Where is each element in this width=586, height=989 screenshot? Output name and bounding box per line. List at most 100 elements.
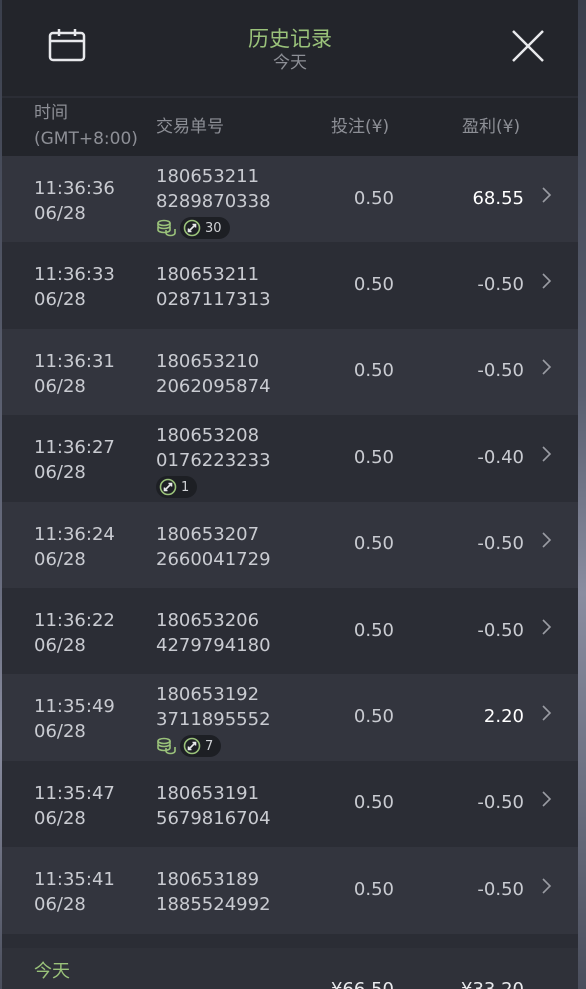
row-feature-badges: 1 [156,476,198,499]
row-profit: 68.55 [472,187,524,209]
history-row[interactable]: 11:36:33 06/28 180653211 0287117313 0.50 -0.5… [2,242,578,329]
chevron-right-icon[interactable] [540,272,552,290]
row-bet: 0.50 [353,360,394,382]
free-spins-badge: 1 [156,476,198,499]
row-date: 06/28 [34,634,86,656]
row-trade-id-part1: 180653208 [156,425,260,447]
row-profit: -0.50 [477,619,524,641]
row-trade-id-part2: 1885524992 [156,894,271,916]
row-time: 11:36:33 [34,264,115,286]
free-spin-icon [159,478,177,496]
row-profit: -0.50 [477,878,524,900]
free-spin-icon [183,738,201,755]
free-spins-count: 7 [205,738,214,754]
row-time: 11:35:41 [34,869,115,891]
chevron-right-icon[interactable] [540,704,552,722]
free-spins-badge: 30 [180,217,230,239]
coins-icon [157,738,176,755]
row-profit: -0.50 [477,360,524,382]
row-bet: 0.50 [353,187,394,209]
history-row[interactable]: 11:36:22 06/28 180653206 4279794180 0.50 -0.5… [2,587,578,675]
column-header-profit: 盈利(¥) [462,117,521,137]
column-header-trade-id: 交易单号 [156,117,224,137]
column-header-bet: 投注(¥) [331,117,390,137]
row-feature-badges: 7 [156,735,222,758]
row-time: 11:35:49 [34,696,115,718]
row-time: 11:36:36 [34,178,115,199]
row-trade-id-part1: 180653207 [156,523,260,545]
row-trade-id-part2: 2660041729 [156,548,271,570]
table-header: 时间 (GMT+8:00) 交易单号 投注(¥) 盈利(¥) [2,98,578,156]
row-bet: 0.50 [353,274,394,296]
page-title: 历史记录 [248,27,332,51]
close-icon[interactable] [510,28,546,64]
row-trade-id-part2: 4279794180 [156,634,271,656]
coins-icon [157,219,176,237]
free-spin-icon [183,219,201,237]
row-trade-id-part2: 0287117313 [156,289,271,311]
chevron-right-icon[interactable] [540,358,552,376]
summary-footer: 今天 ¥66.50 ¥33.20 [2,948,578,989]
chevron-right-icon[interactable] [540,877,552,895]
row-trade-id-part2: 8289870338 [156,191,271,212]
row-trade-id-part2: 0176223233 [156,450,271,472]
row-bet: 0.50 [353,446,394,468]
row-date: 06/28 [34,894,86,916]
panel-header: 历史记录 今天 [2,0,578,96]
background-edge-right [578,0,586,989]
chevron-right-icon[interactable] [540,445,552,463]
history-row[interactable]: 11:35:41 06/28 180653189 1885524992 0.50 -0.5… [2,847,578,934]
row-profit: -0.50 [477,792,524,814]
history-row[interactable]: 11:35:47 06/28 180653191 5679816704 0.50 -0.5… [2,760,578,848]
row-time: 11:36:24 [34,523,115,545]
column-header-timezone: (GMT+8:00) [34,129,138,149]
row-bet: 0.50 [353,533,394,555]
column-header-time-label: 时间 [34,103,68,123]
row-bet: 0.50 [353,878,394,900]
row-time: 11:36:22 [34,609,115,631]
row-bet: 0.50 [353,706,394,728]
history-list: 11:36:36 06/28 180653211 8289870338 0.50 68.5… [2,156,578,934]
history-row[interactable]: 11:36:27 06/28 180653208 0176223233 0.50 -0.4… [2,415,578,502]
history-row[interactable]: 11:36:36 06/28 180653211 8289870338 0.50 68.5… [2,156,578,243]
row-date: 06/28 [34,289,86,311]
summary-total-bet: ¥66.50 [302,978,394,989]
row-trade-id-part2: 5679816704 [156,807,271,829]
free-spins-count: 1 [181,479,190,495]
history-panel: 历史记录 今天 时间 (GMT+8:00) 交易单号 投注(¥) 盈利(¥) 1… [2,0,578,989]
row-trade-id-part1: 180653192 [156,684,260,706]
row-date: 06/28 [34,203,86,224]
column-header-time: 时间 (GMT+8:00) [34,100,154,152]
row-trade-id-part1: 180653206 [156,609,260,631]
history-row[interactable]: 11:36:31 06/28 180653210 2062095874 0.50 -0.5… [2,328,578,416]
free-spins-badge: 7 [180,735,222,758]
row-trade-id-part1: 180653189 [156,869,260,891]
free-spins-count: 30 [205,220,222,236]
chevron-right-icon[interactable] [540,790,552,808]
row-bet: 0.50 [353,619,394,641]
row-trade-id-part1: 180653211 [156,166,260,187]
row-trade-id-part2: 2062095874 [156,375,271,397]
date-filter-label: 今天 [273,53,307,73]
row-bet: 0.50 [353,792,394,814]
row-date: 06/28 [34,721,86,743]
chevron-right-icon[interactable] [540,186,552,204]
row-date: 06/28 [34,462,86,484]
history-row[interactable]: 11:35:49 06/28 180653192 3711895552 0.50 2.20… [2,674,578,761]
row-trade-id-part1: 180653191 [156,782,260,804]
summary-total-profit: ¥33.20 [422,978,524,989]
chevron-right-icon[interactable] [540,618,552,636]
row-profit: -0.40 [477,446,524,468]
chevron-right-icon[interactable] [540,531,552,549]
row-trade-id-part1: 180653211 [156,264,260,286]
row-date: 06/28 [34,375,86,397]
row-date: 06/28 [34,548,86,570]
row-profit: 2.20 [483,706,524,728]
row-trade-id-part2: 3711895552 [156,709,271,731]
row-trade-id-part1: 180653210 [156,350,260,372]
summary-label: 今天 [34,961,70,982]
row-feature-badges: 30 [156,217,230,239]
row-time: 11:36:27 [34,437,115,459]
row-profit: -0.50 [477,533,524,555]
history-row[interactable]: 11:36:24 06/28 180653207 2660041729 0.50 -0.5… [2,501,578,588]
